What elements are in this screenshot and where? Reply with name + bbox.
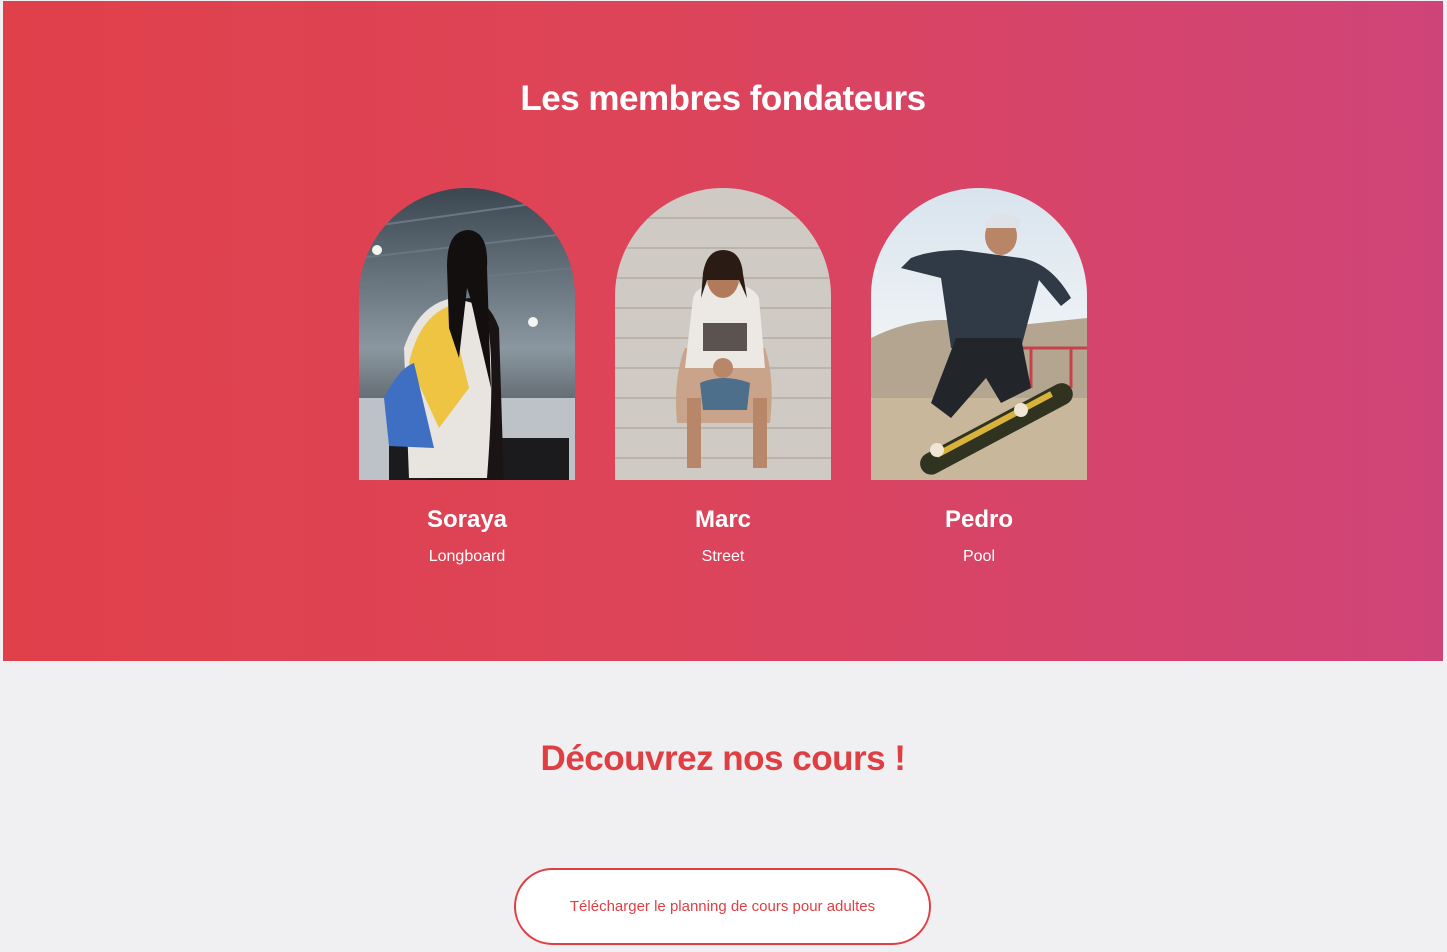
member-card-marc: Marc Street (615, 188, 831, 566)
courses-title: Découvrez nos cours ! (540, 739, 906, 778)
member-discipline: Longboard (428, 548, 506, 565)
member-discipline: Pool (962, 548, 996, 565)
member-name: Pedro (944, 506, 1013, 533)
page: Les membres fondateurs Soraya Longboard … (3, 1, 1443, 952)
founders-title: Les membres fondateurs (520, 79, 926, 118)
soraya-photo (359, 188, 575, 480)
member-name: Soraya (426, 506, 508, 533)
member-card-soraya: Soraya Longboard (359, 188, 575, 566)
member-discipline: Street (701, 548, 745, 565)
pedro-photo (871, 188, 1087, 480)
member-card-pedro: Pedro Pool (871, 188, 1087, 566)
member-name: Marc (694, 506, 752, 533)
founders-section: Les membres fondateurs Soraya Longboard … (3, 1, 1443, 661)
marc-photo (615, 188, 831, 480)
download-adult-schedule-button[interactable]: Télécharger le planning de cours pour ad… (514, 868, 931, 945)
